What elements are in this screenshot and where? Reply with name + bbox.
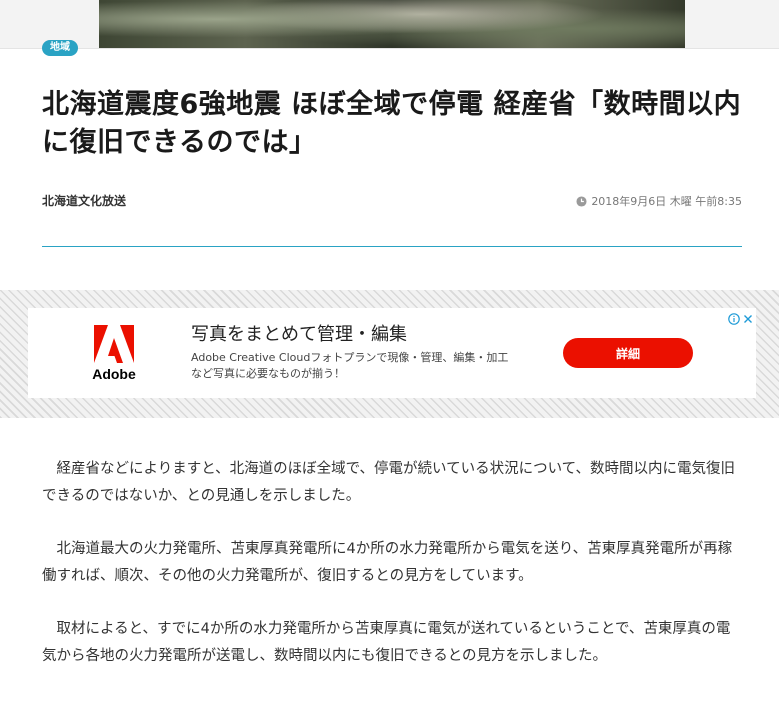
ad-choices [728, 310, 754, 325]
hero-divider [0, 48, 779, 49]
info-icon[interactable] [728, 310, 740, 325]
article-paragraph: 経産省などによりますと、北海道のほぼ全域で、停電が続いている状況について、数時間… [42, 461, 735, 504]
publish-date-text: 2018年9月6日 木曜 午前8:35 [591, 195, 742, 208]
adobe-logo-icon [94, 325, 134, 363]
category-badge[interactable]: 地域 [42, 40, 78, 56]
ad-description: Adobe Creative Cloudフォトプランで現像・管理、編集・加工など… [191, 351, 509, 380]
clock-icon [576, 195, 587, 207]
article-paragraph: 取材によると、すでに4か所の水力発電所から苫東厚真に電気が送れているということで… [42, 621, 731, 664]
adobe-logo[interactable]: Adobe [92, 325, 136, 385]
ad-banner[interactable]: Adobe 写真をまとめて管理・編集 Adobe Creative Cloudフ… [28, 308, 756, 398]
ad-headline[interactable]: 写真をまとめて管理・編集 [191, 323, 407, 347]
hero-photo [99, 0, 685, 48]
source-name[interactable]: 北海道文化放送 [42, 192, 126, 210]
article-paragraph: 北海道最大の火力発電所、苫東厚真発電所に4か所の水力発電所から電気を送り、苫東厚… [42, 541, 733, 584]
title-divider [42, 246, 742, 247]
hero-image-strip [0, 0, 779, 48]
article-meta: 北海道文化放送 2018年9月6日 木曜 午前8:35 [42, 192, 742, 210]
article-body: 経産省などによりますと、北海道のほぼ全域で、停電が続いている状況について、数時間… [42, 456, 742, 696]
close-icon[interactable] [742, 310, 754, 323]
adobe-logo-word: Adobe [92, 366, 136, 382]
article-title: 北海道震度6強地震 ほぼ全域で停電 経産省「数時間以内に復旧できるのでは」 [42, 89, 742, 158]
publish-date: 2018年9月6日 木曜 午前8:35 [576, 192, 742, 210]
ad-cta-button[interactable]: 詳細 [563, 338, 693, 368]
